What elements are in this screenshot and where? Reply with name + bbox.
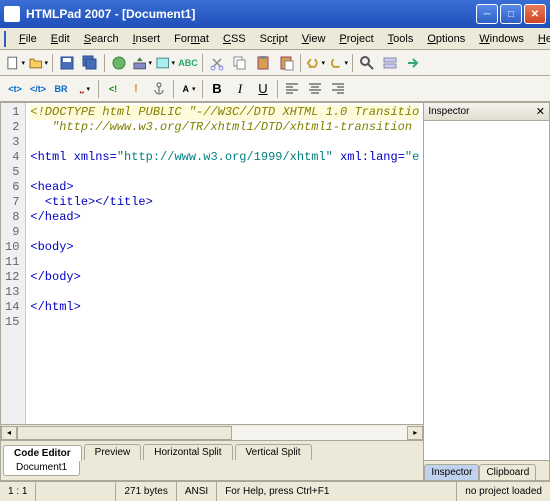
validate-button[interactable]: ! [125,78,147,100]
minimize-button[interactable]: ─ [476,4,498,24]
goto-button[interactable] [402,52,424,74]
new-button[interactable] [4,52,26,74]
menubar: FileEditSearchInsertFormatCSSScriptViewP… [0,28,550,50]
separator [173,80,174,98]
inspector-tabs: InspectorClipboard [424,460,549,480]
endtag-button[interactable]: </t> [27,78,49,100]
upload-button[interactable] [131,52,153,74]
menu-options[interactable]: Options [420,31,472,47]
ftp-button[interactable] [108,52,130,74]
paste-special-button[interactable] [275,52,297,74]
line-gutter: 123456789101112131415 [1,103,26,424]
redo-button[interactable] [327,52,349,74]
separator [202,54,203,72]
br-button[interactable]: BR [50,78,72,100]
editor-pane: 123456789101112131415 <!DOCTYPE html PUB… [0,102,424,481]
inspector-body [424,121,549,460]
inspector-tab-inspector[interactable]: Inspector [424,464,479,480]
scroll-right-button[interactable]: ▸ [407,426,423,440]
menu-view[interactable]: View [295,31,333,47]
replace-button[interactable] [379,52,401,74]
preview-button[interactable] [154,52,176,74]
menu-css[interactable]: CSS [216,31,253,47]
separator [202,80,203,98]
code-editor[interactable]: 123456789101112131415 <!DOCTYPE html PUB… [1,103,423,424]
window-controls: ─ □ ✕ [476,4,546,24]
menu-edit[interactable]: Edit [44,31,77,47]
scroll-track[interactable] [17,426,407,440]
maximize-button[interactable]: □ [500,4,522,24]
status-project: no project loaded [457,482,550,501]
menu-insert[interactable]: Insert [126,31,168,47]
toolbar-html: <t> </t> BR ⎵ <! ! A B I U [0,76,550,102]
inspector-header: Inspector ✕ [424,103,549,121]
menu-script[interactable]: Script [253,31,295,47]
align-center-button[interactable] [304,78,326,100]
menu-search[interactable]: Search [77,31,126,47]
view-tab-preview[interactable]: Preview [84,444,142,460]
anchor-button[interactable] [148,78,170,100]
find-button[interactable] [356,52,378,74]
separator [52,54,53,72]
doc-tab[interactable]: Document1 [3,460,80,476]
format-button[interactable]: A [177,78,199,100]
tag-button[interactable]: <t> [4,78,26,100]
code-content[interactable]: <!DOCTYPE html PUBLIC "-//W3C//DTD XHTML… [26,103,423,424]
align-right-button[interactable] [327,78,349,100]
status-encoding: ANSI [177,482,217,501]
separator [104,54,105,72]
view-tab-horizontal-split[interactable]: Horizontal Split [143,444,232,460]
separator [98,80,99,98]
h-scrollbar: ◂ ▸ [1,424,423,440]
spellcheck-button[interactable]: ABC [177,52,199,74]
paste-button[interactable] [252,52,274,74]
view-tab-code-editor[interactable]: Code Editor [3,445,82,461]
menu-project[interactable]: Project [332,31,380,47]
undo-button[interactable] [304,52,326,74]
status-blank [36,482,116,501]
scroll-left-button[interactable]: ◂ [1,426,17,440]
bold-button[interactable]: B [206,78,228,100]
separator [277,80,278,98]
inspector-title: Inspector [428,106,469,117]
menu-windows[interactable]: Windows [472,31,531,47]
save-all-button[interactable] [79,52,101,74]
status-position: 1 : 1 [0,482,36,501]
menu-format[interactable]: Format [167,31,216,47]
nbsp-button[interactable]: ⎵ [73,78,95,100]
separator [300,54,301,72]
scroll-thumb[interactable] [17,426,232,440]
titlebar: HTMLPad 2007 - [Document1] ─ □ ✕ [0,0,550,28]
view-tab-vertical-split[interactable]: Vertical Split [235,444,312,460]
app-icon [4,6,20,22]
comment-button[interactable]: <! [102,78,124,100]
cut-button[interactable] [206,52,228,74]
document-tabs: Document1 [1,460,423,480]
align-left-button[interactable] [281,78,303,100]
toolbar-main: ABC [0,50,550,76]
copy-button[interactable] [229,52,251,74]
italic-button[interactable]: I [229,78,251,100]
inspector-tab-clipboard[interactable]: Clipboard [479,464,536,480]
close-button[interactable]: ✕ [524,4,546,24]
window-title: HTMLPad 2007 - [Document1] [26,7,476,21]
save-button[interactable] [56,52,78,74]
menu-tools[interactable]: Tools [381,31,421,47]
statusbar: 1 : 1 271 bytes ANSI For Help, press Ctr… [0,481,550,501]
mdi-icon[interactable] [4,31,6,47]
underline-button[interactable]: U [252,78,274,100]
inspector-close-button[interactable]: ✕ [536,105,545,118]
workspace: 123456789101112131415 <!DOCTYPE html PUB… [0,102,550,481]
status-help: For Help, press Ctrl+F1 [217,482,457,501]
menu-help[interactable]: Help [531,31,550,47]
status-size: 271 bytes [116,482,176,501]
open-button[interactable] [27,52,49,74]
menu-file[interactable]: File [12,31,44,47]
separator [352,54,353,72]
inspector-pane: Inspector ✕ InspectorClipboard [424,102,550,481]
view-tabs: Code EditorPreviewHorizontal SplitVertic… [1,440,423,460]
